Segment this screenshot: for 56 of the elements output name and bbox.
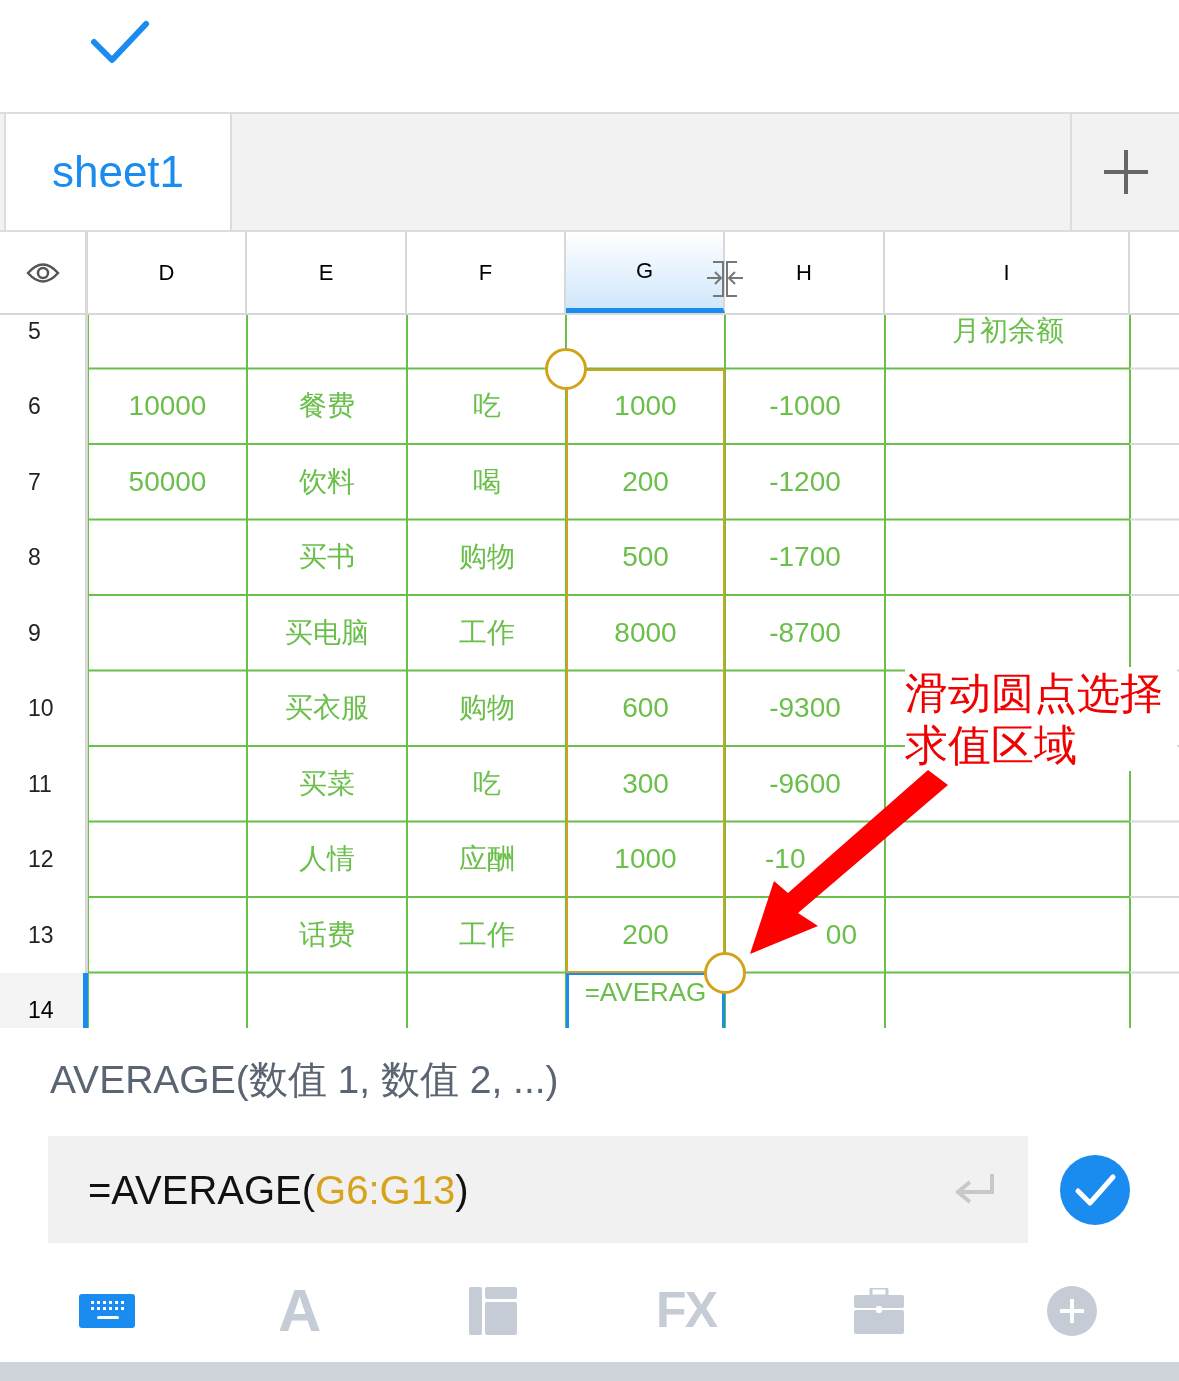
table-cell[interactable]: -1000 — [769, 385, 841, 428]
layout-icon — [468, 1286, 517, 1335]
table-cell[interactable]: =AVERAG — [566, 972, 725, 1028]
table-cell[interactable]: 10000 — [128, 385, 207, 428]
table-cell[interactable]: 买书 — [299, 536, 355, 579]
font-tab[interactable]: A — [259, 1270, 340, 1351]
table-cell[interactable]: -1700 — [769, 536, 841, 579]
formula-text: =AVERAGE(G6:G13) — [88, 1166, 470, 1214]
table-cell[interactable]: 吃 — [472, 385, 501, 428]
table-cell[interactable]: 买电脑 — [285, 611, 369, 654]
confirm-check-icon[interactable] — [1060, 1154, 1130, 1225]
table-cell[interactable]: 喝 — [472, 460, 501, 503]
table-cell[interactable]: 购物 — [458, 536, 515, 579]
table-cell[interactable]: 1000 — [566, 368, 725, 444]
function-hint: AVERAGE(数值 1, 数值 2, ...) — [50, 1057, 559, 1103]
selection-handle[interactable] — [545, 347, 587, 390]
table-cell[interactable]: 月初余额 — [951, 315, 1064, 352]
plus-icon — [1101, 148, 1150, 196]
formula-field[interactable]: =AVERAGE(G6:G13) — [48, 1136, 1028, 1243]
table-cell[interactable]: 300 — [566, 746, 725, 822]
eye-icon[interactable] — [25, 261, 60, 284]
table-cell[interactable]: 50000 — [128, 460, 207, 503]
table-cell[interactable]: 200 — [566, 444, 725, 520]
table-cell[interactable]: 200 — [566, 897, 725, 973]
keyboard-icon — [78, 1293, 135, 1328]
table-cell[interactable]: 8000 — [566, 595, 725, 671]
column-resize-icon[interactable] — [705, 260, 745, 298]
annotation-text: 滑动圆点选择求值区域 — [905, 667, 1177, 771]
table-cell[interactable]: -9300 — [769, 687, 841, 730]
table-cell[interactable]: 工作 — [458, 913, 515, 956]
table-cell[interactable]: 应酬 — [458, 838, 515, 881]
table-cell[interactable]: -1200 — [769, 460, 841, 503]
function-tab[interactable]: FX — [646, 1270, 727, 1351]
table-cell[interactable]: 买菜 — [299, 762, 355, 805]
sheet-tab[interactable]: sheet1 — [4, 114, 232, 230]
table-cell[interactable]: 买衣服 — [285, 687, 369, 730]
table-cell[interactable]: 吃 — [472, 762, 501, 805]
table-cell[interactable]: 饮料 — [299, 460, 355, 503]
done-check-icon[interactable] — [90, 18, 150, 66]
table-cell[interactable]: -10 — [765, 838, 806, 881]
add-icon — [1047, 1285, 1098, 1336]
table-cell[interactable]: 1000 — [566, 821, 725, 897]
table-cell[interactable]: 600 — [566, 670, 725, 746]
table-cell[interactable]: 话费 — [299, 913, 355, 956]
table-cell[interactable]: 500 — [566, 519, 725, 595]
table-cell[interactable]: 00 — [825, 913, 857, 956]
table-cell[interactable]: 人情 — [299, 838, 355, 881]
table-cell[interactable]: -9600 — [769, 762, 841, 805]
briefcase-icon — [854, 1287, 905, 1334]
table-cell[interactable]: 工作 — [458, 611, 515, 654]
table-cell[interactable]: -8700 — [769, 611, 841, 654]
selection-handle[interactable] — [704, 951, 746, 994]
row-header[interactable]: 14 — [0, 972, 88, 1028]
column-header[interactable]: G — [566, 232, 725, 313]
table-cell[interactable]: 餐费 — [299, 385, 355, 428]
table-cell[interactable]: 购物 — [458, 687, 515, 730]
